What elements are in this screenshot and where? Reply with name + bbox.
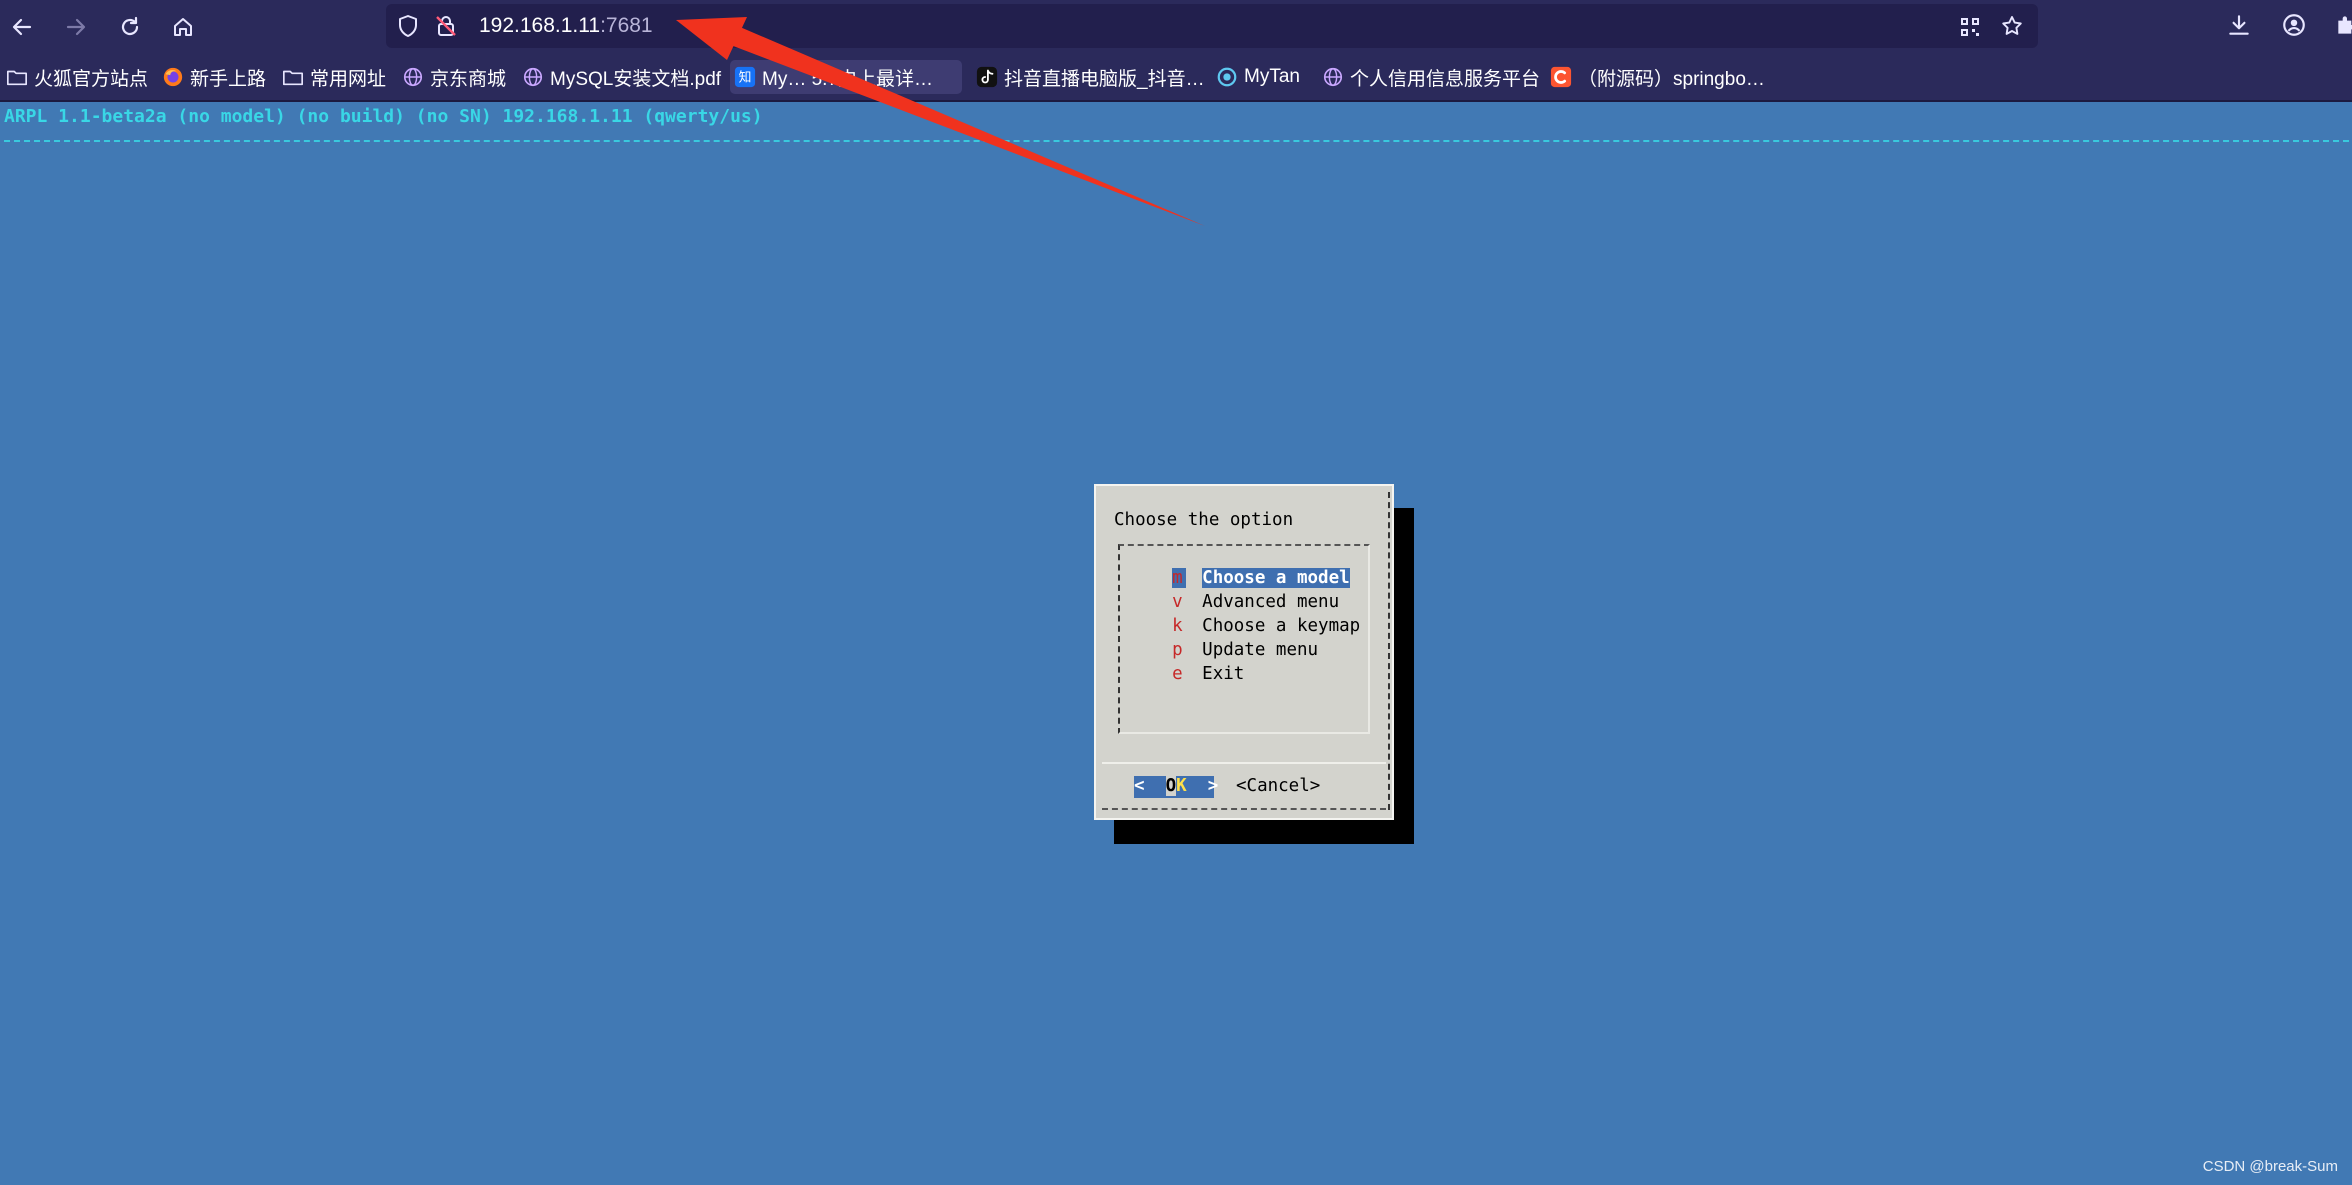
bookmark-mytan[interactable]: MyTan xyxy=(1212,60,1304,94)
url-bar[interactable]: 192.168.1.11:7681 xyxy=(386,4,2038,48)
url-text[interactable]: 192.168.1.11:7681 xyxy=(479,14,653,38)
bookmark-zhihu-mysql[interactable]: 知 My… 5.7史上最详… xyxy=(730,60,962,94)
folder-icon xyxy=(282,66,304,88)
ok-bracket-left: < xyxy=(1134,776,1166,796)
star-icon[interactable] xyxy=(2000,14,2024,38)
dialog-bottom-edge xyxy=(1102,808,1386,810)
insecure-lock-icon[interactable] xyxy=(434,14,458,38)
home-icon xyxy=(174,18,192,36)
account-button[interactable] xyxy=(2281,12,2309,40)
ok-letter-o: O xyxy=(1165,776,1177,796)
bookmark-credit-platform[interactable]: 个人信用信息服务平台 xyxy=(1318,60,1544,94)
browser-toolbar: 192.168.1.11:7681 xyxy=(0,0,2352,53)
folder-icon xyxy=(6,66,28,88)
terminal-backtitle: ARPL 1.1-beta2a (no model) (no build) (n… xyxy=(4,106,763,127)
svg-text:知: 知 xyxy=(739,71,752,86)
bookmark-label: （附源码）springbo… xyxy=(1578,68,1765,90)
bookmark-folder-firefox-sites[interactable]: 火狐官方站点 xyxy=(2,60,152,94)
bookmark-label: MyTan xyxy=(1244,66,1300,87)
csdn-icon xyxy=(1550,66,1572,88)
bookmark-douyin[interactable]: 抖音直播电脑版_抖音… xyxy=(972,60,1209,94)
dialog-title: Choose the option xyxy=(1114,510,1294,530)
bookmark-label: 个人信用信息服务平台 xyxy=(1350,68,1541,90)
reload-button[interactable] xyxy=(112,9,148,45)
cancel-button[interactable]: <Cancel> xyxy=(1236,776,1320,796)
puzzle-icon xyxy=(2338,16,2352,34)
back-arrow-icon xyxy=(12,18,32,36)
menu-item-label: Exit xyxy=(1202,664,1245,684)
bookmark-springboot[interactable]: （附源码）springbo… xyxy=(1546,60,1769,94)
dialog-button-separator xyxy=(1102,762,1386,764)
mytan-icon xyxy=(1216,66,1238,88)
account-icon xyxy=(2283,14,2305,36)
home-button[interactable] xyxy=(165,9,201,45)
menu-item-advanced-menu[interactable]: v Advanced menu xyxy=(1130,572,1339,612)
reload-icon xyxy=(121,16,139,36)
bookmark-label: 新手上路 xyxy=(190,68,267,90)
globe-icon xyxy=(402,66,424,88)
bookmark-mysql-doc[interactable]: MySQL安装文档.pdf xyxy=(518,60,725,94)
bookmark-label: 京东商城 xyxy=(430,68,507,90)
bookmarks-bar: 火狐官方站点 新手上路 常用网址 京东商城 MySQL安装文档.pdf 知 My… xyxy=(0,53,2352,101)
menu-item-choose-model[interactable]: m Choose a model xyxy=(1130,548,1350,588)
ok-letter-k: K xyxy=(1176,776,1187,796)
url-port: :7681 xyxy=(600,14,653,37)
bookmark-label: 抖音直播电脑版_抖音… xyxy=(1004,68,1205,90)
firefox-icon xyxy=(162,66,184,88)
qr-code-icon[interactable] xyxy=(1958,15,1982,39)
bookmark-folder-common-sites[interactable]: 常用网址 xyxy=(278,60,390,94)
bookmark-label: 常用网址 xyxy=(310,68,387,90)
bookmark-getting-started[interactable]: 新手上路 xyxy=(158,60,270,94)
bookmark-label: 火狐官方站点 xyxy=(34,68,149,90)
ok-button[interactable]: < OK > xyxy=(1134,776,1218,798)
globe-icon xyxy=(522,66,544,88)
tiktok-icon xyxy=(976,66,998,88)
forward-button[interactable] xyxy=(58,9,94,45)
downloads-button[interactable] xyxy=(2226,12,2254,40)
terminal-divider xyxy=(4,140,2349,142)
url-host: 192.168.1.11 xyxy=(479,14,601,37)
back-button[interactable] xyxy=(4,9,40,45)
globe-icon xyxy=(1322,66,1344,88)
menu-item-exit[interactable]: e Exit xyxy=(1130,644,1244,684)
dialog-edge xyxy=(1388,492,1390,810)
shield-icon[interactable] xyxy=(396,14,420,38)
forward-arrow-icon xyxy=(66,18,86,36)
bookmark-label: My… 5.7史上最详… xyxy=(762,68,934,90)
watermark: CSDN @break-Sum xyxy=(2202,1158,2338,1175)
menu-item-hotkey: e xyxy=(1172,664,1183,684)
bookmark-label: MySQL安装文档.pdf xyxy=(550,68,722,90)
zhihu-icon: 知 xyxy=(734,66,756,88)
ok-bracket-right: > xyxy=(1186,776,1219,796)
menu-dialog: Choose the option m Choose a model v Advan… xyxy=(1094,484,1394,820)
download-icon xyxy=(2229,15,2249,35)
extension-button[interactable] xyxy=(2334,12,2352,40)
menu-item-choose-keymap[interactable]: k Choose a keymap xyxy=(1130,596,1360,636)
menu-item-update-menu[interactable]: p Update menu xyxy=(1130,620,1318,660)
bookmark-jd[interactable]: 京东商城 xyxy=(398,60,510,94)
